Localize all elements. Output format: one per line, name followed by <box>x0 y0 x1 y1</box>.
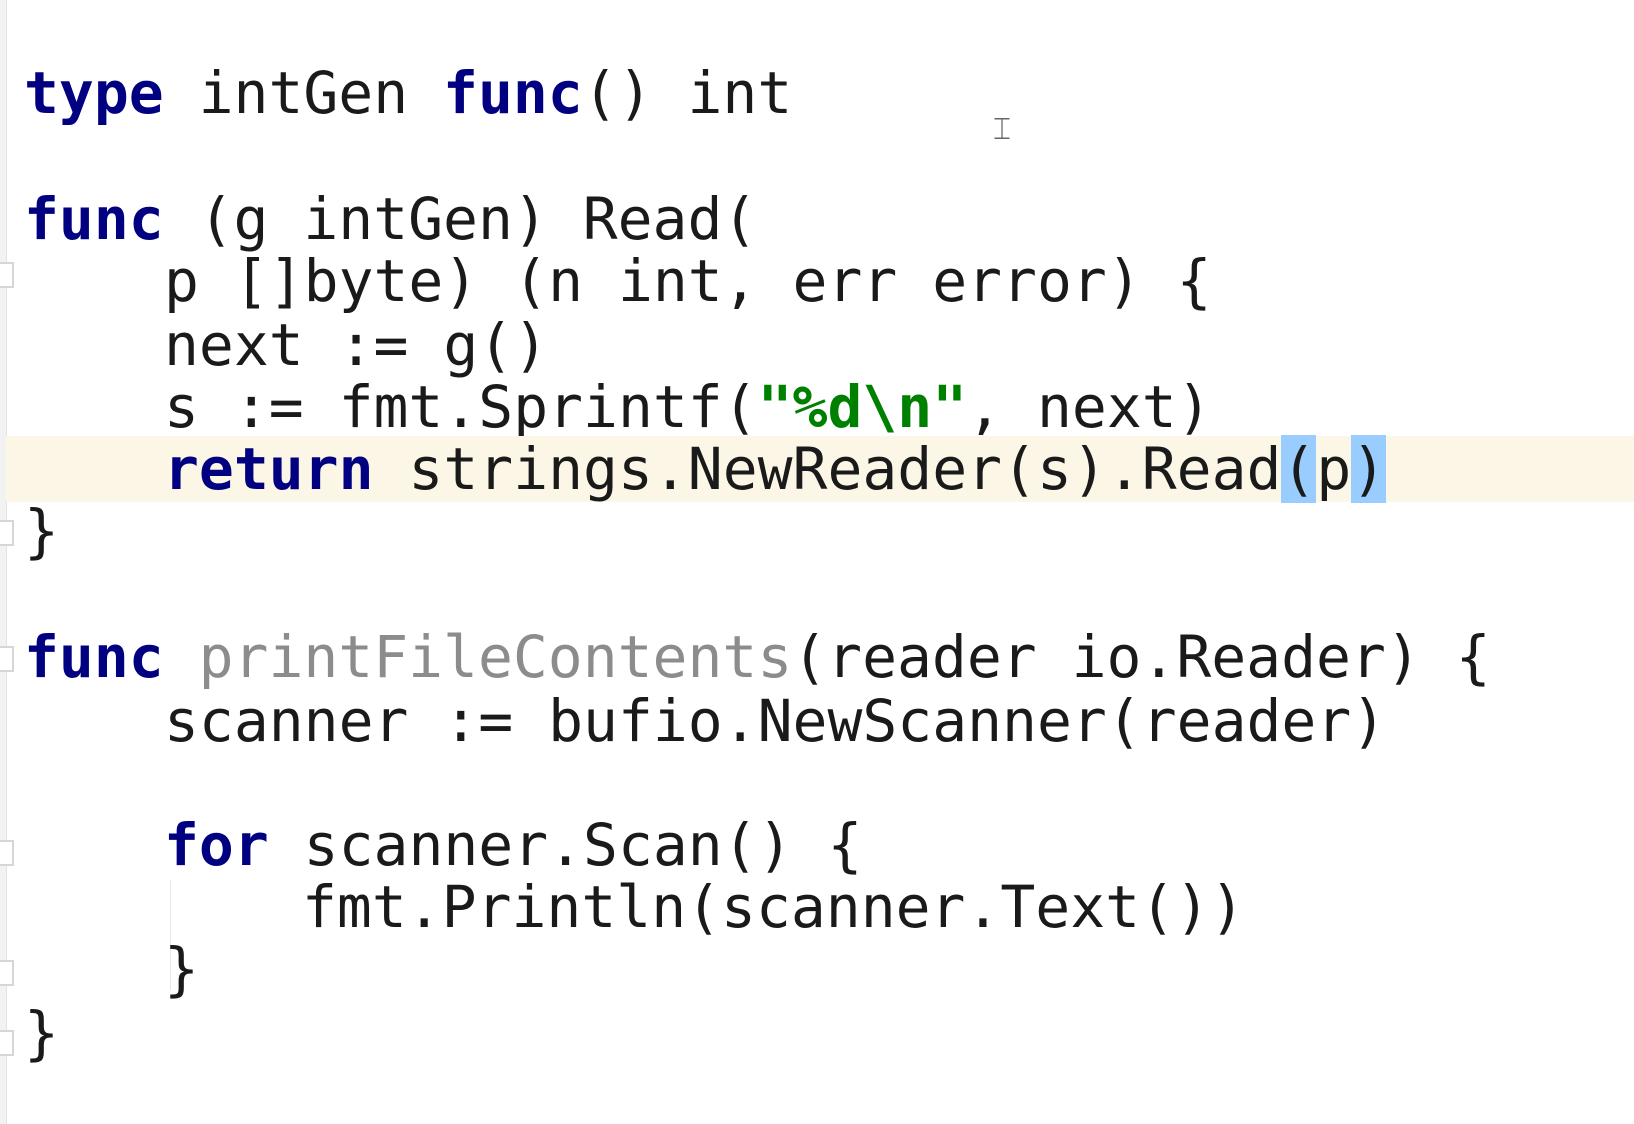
matched-paren-close: ) <box>1351 435 1387 503</box>
code-text: p <box>1316 435 1352 503</box>
keyword-token: func <box>24 185 164 253</box>
code-editor[interactable]: type intGen func() int func (g intGen) R… <box>0 0 1634 1124</box>
code-line[interactable]: s := fmt.Sprintf("%d\n", next) <box>0 374 1212 440</box>
code-text: p []byte) (n int, err error) { <box>164 247 1212 315</box>
code-line[interactable]: } <box>0 936 199 1002</box>
keyword-token: return <box>164 435 374 503</box>
matched-paren-open: ( <box>1281 435 1317 503</box>
code-line[interactable]: } <box>0 498 140 564</box>
function-name-token: printFileContents <box>198 623 793 691</box>
code-text: } <box>24 999 59 1067</box>
code-text: s := fmt.Sprintf( <box>164 373 758 441</box>
keyword-token: for <box>164 811 269 879</box>
code-line[interactable]: func (g intGen) Read( <box>0 186 757 252</box>
code-line[interactable]: p []byte) (n int, err error) { <box>0 248 1212 314</box>
code-line[interactable]: for scanner.Scan() { <box>0 812 862 878</box>
code-line[interactable]: next := g() <box>0 312 548 378</box>
code-line[interactable]: func printFileContents(reader io.Reader)… <box>0 624 1491 690</box>
code-text: scanner.Scan() { <box>268 811 863 879</box>
current-line-highlight[interactable]: return strings.NewReader(s).Read(p) <box>6 435 1634 503</box>
code-line[interactable]: } <box>0 1000 140 1066</box>
code-line[interactable]: scanner := bufio.NewScanner(reader) <box>0 688 1386 754</box>
code-text: scanner := bufio.NewScanner(reader) <box>164 687 1387 755</box>
code-text: fmt.Println(scanner.Text()) <box>302 873 1245 941</box>
code-text: , next) <box>967 373 1212 441</box>
code-text: (reader io.Reader) { <box>792 623 1491 691</box>
keyword-token: func <box>443 59 583 127</box>
code-text: intGen <box>163 59 444 127</box>
code-line[interactable]: fmt.Println(scanner.Text()) <box>0 874 1245 940</box>
keyword-token: func <box>24 623 164 691</box>
code-line[interactable]: type intGen func() int <box>0 60 792 126</box>
i-beam-cursor-icon: ⌶ <box>993 112 1011 147</box>
code-text: () int <box>582 59 793 127</box>
code-text: strings.NewReader(s).Read <box>373 435 1282 503</box>
code-text: (g intGen) Read( <box>163 185 758 253</box>
keyword-token: type <box>24 59 164 127</box>
code-text: next := g() <box>164 311 549 379</box>
code-text: } <box>164 935 199 1003</box>
string-literal: "%d\n" <box>757 373 968 441</box>
code-text: } <box>24 497 59 565</box>
